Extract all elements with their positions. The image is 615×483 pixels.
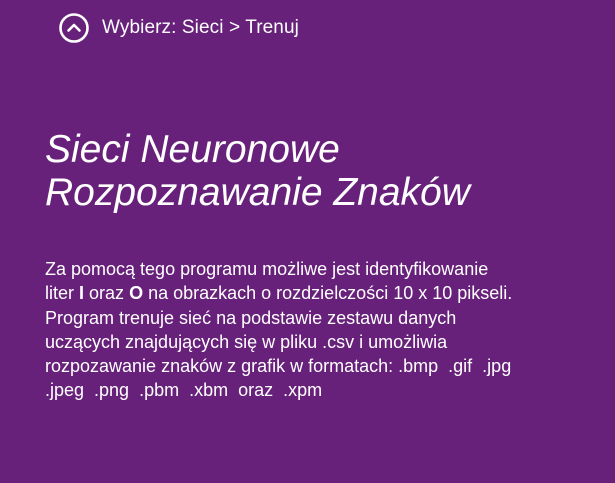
description-line-2-part-c: oraz — [84, 283, 130, 304]
description-line-5: rozpozawanie znaków z grafik w formatach… — [45, 356, 512, 377]
page-title: Sieci Neuronowe Rozpoznawanie Znaków — [45, 128, 470, 214]
description-line-2-part-a: liter — [45, 283, 80, 304]
letter-o: O — [129, 283, 144, 304]
description-line-2-part-e: na obrazkach o rozdzielczości 10 x 10 pi… — [143, 283, 513, 304]
page-title-line-1: Sieci Neuronowe — [45, 128, 340, 171]
description-line-3: Program trenuje sieć na podstawie zestaw… — [45, 307, 457, 328]
description-line-4: uczących znajdujących się w pliku .csv i… — [45, 331, 448, 352]
description-text: Za pomocą tego programu możliwe jest ide… — [45, 257, 600, 403]
breadcrumb[interactable]: Wybierz: Sieci > Trenuj — [102, 17, 299, 39]
description-line-6: .jpeg .png .pbm .xbm oraz .xpm — [45, 380, 323, 401]
chevron-up-circle-icon[interactable] — [58, 12, 90, 44]
description-line-2: liter I oraz O na obrazkach o rozdzielcz… — [45, 281, 600, 305]
page-title-line-2: Rozpoznawanie Znaków — [45, 171, 470, 214]
description-line-1: Za pomocą tego programu możliwe jest ide… — [45, 259, 489, 279]
navigation-bar[interactable]: Wybierz: Sieci > Trenuj — [58, 12, 299, 44]
